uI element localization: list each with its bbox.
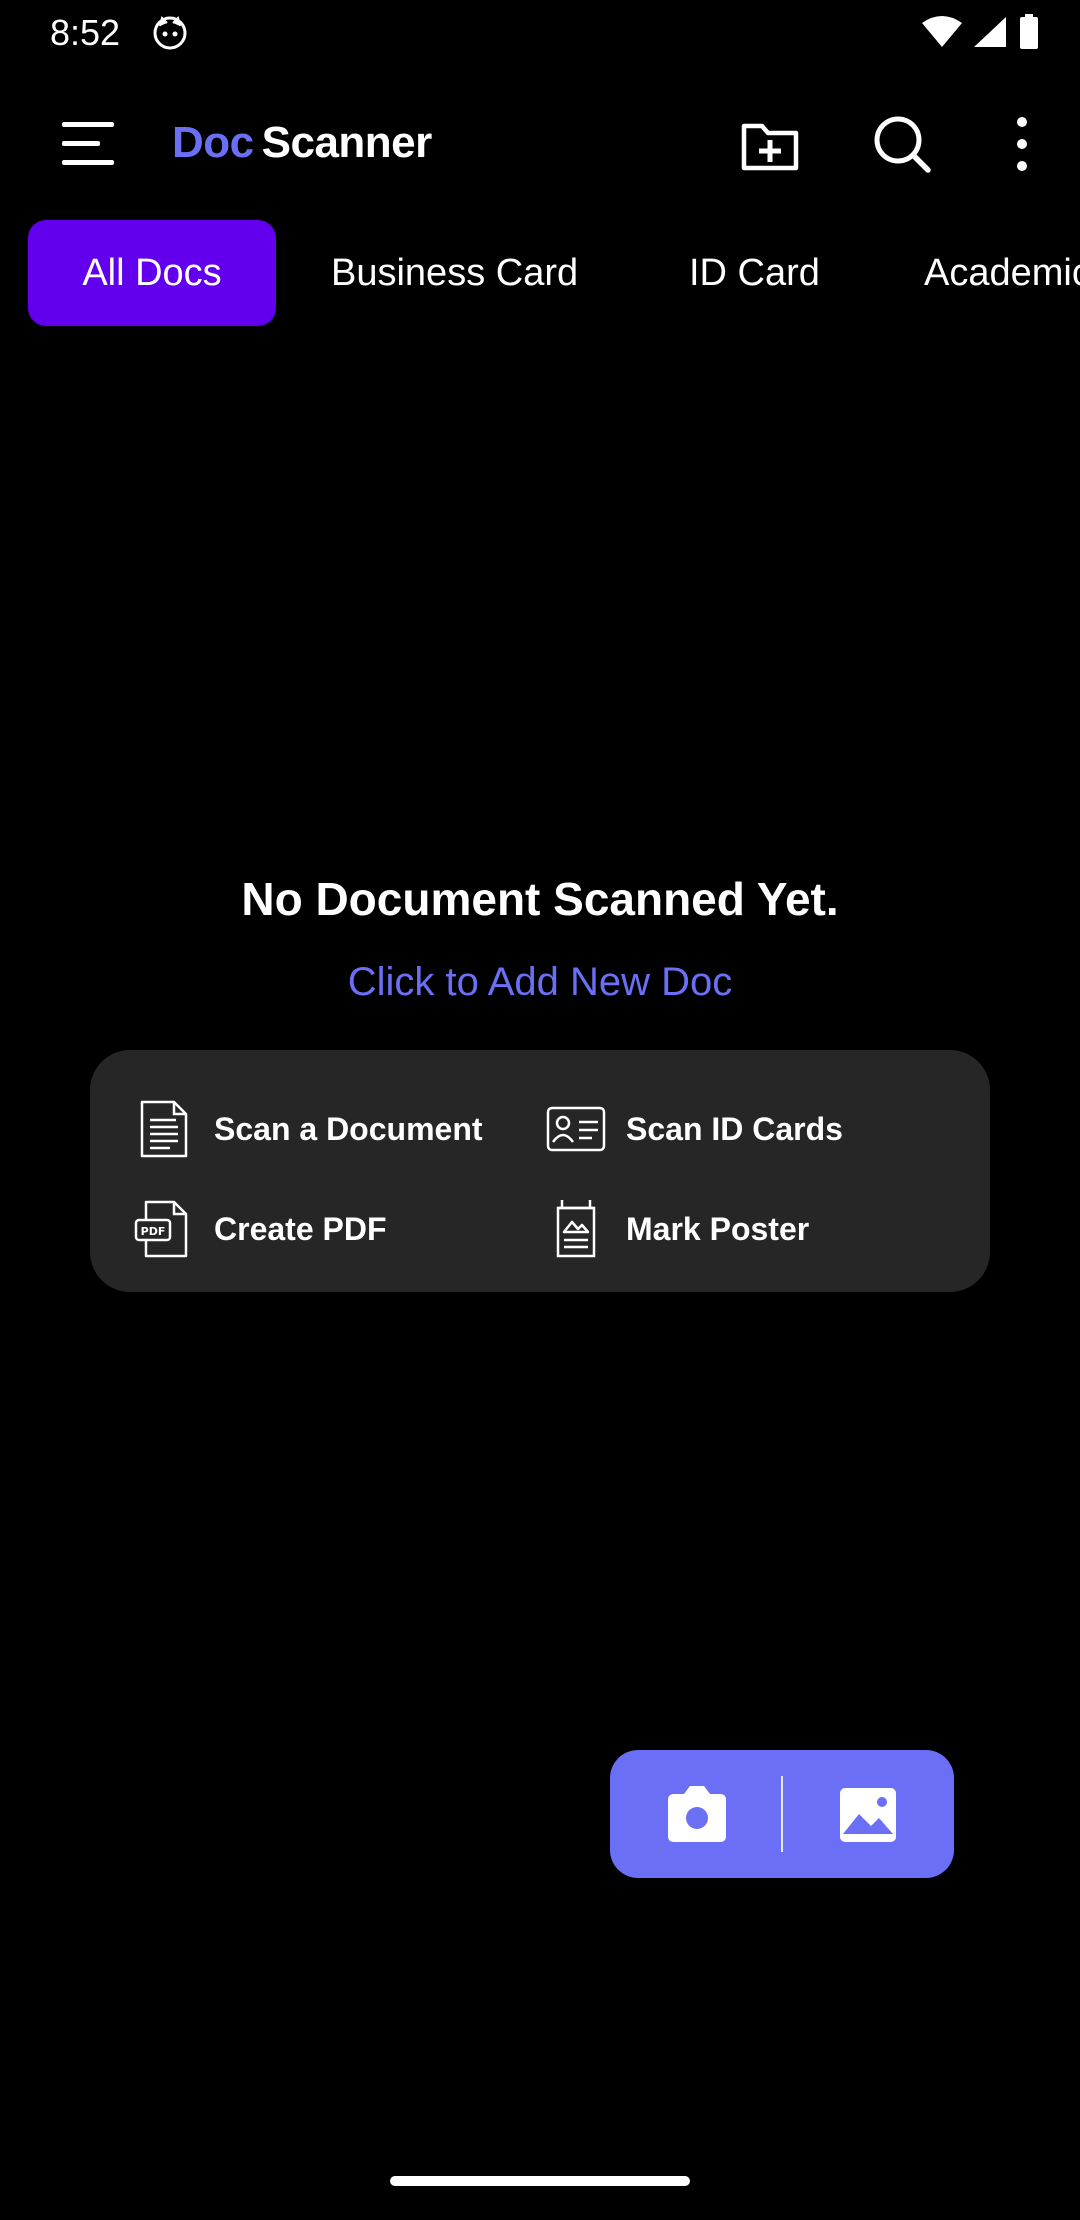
app-title: Doc Scanner [172, 118, 432, 168]
pdf-icon: PDF [134, 1200, 188, 1258]
menu-icon[interactable] [58, 116, 118, 172]
app-bar: Doc Scanner [0, 100, 1080, 190]
app-title-doc: Doc [172, 118, 254, 167]
app-title-scanner: Scanner [261, 118, 433, 167]
wifi-icon [922, 16, 962, 47]
scan-fab [610, 1750, 954, 1878]
create-pdf-label: Create PDF [214, 1210, 387, 1247]
gesture-nav-handle[interactable] [390, 2176, 690, 2186]
add-folder-icon[interactable] [740, 116, 800, 174]
scan-id-cards-label: Scan ID Cards [626, 1110, 843, 1147]
gallery-icon [840, 1788, 896, 1842]
scan-document-label: Scan a Document [214, 1110, 483, 1147]
empty-state-title: No Document Scanned Yet. [241, 873, 839, 925]
more-vert-icon[interactable] [1000, 114, 1044, 174]
mark-poster-button[interactable]: Mark Poster [546, 1194, 809, 1264]
id-card-icon [546, 1106, 606, 1152]
svg-text:PDF: PDF [141, 1225, 166, 1238]
poster-icon [556, 1200, 596, 1258]
search-icon[interactable] [872, 114, 932, 174]
tab-id-card[interactable]: ID Card [689, 220, 820, 326]
quick-actions-card: Scan a Document Scan ID Cards PDF Create… [90, 1050, 990, 1292]
gallery-import-button[interactable] [783, 1750, 954, 1878]
status-icons [922, 14, 1040, 50]
create-pdf-button[interactable]: PDF Create PDF [134, 1194, 387, 1264]
cell-signal-icon [974, 17, 1006, 47]
mark-poster-label: Mark Poster [626, 1210, 810, 1247]
status-time: 8:52 [50, 12, 121, 53]
category-tabs: All Docs Business Card ID Card Academic [0, 220, 1080, 326]
notification-cat-icon [153, 16, 187, 50]
add-new-doc-link[interactable]: Click to Add New Doc [0, 960, 1080, 1005]
scan-document-button[interactable]: Scan a Document [134, 1094, 483, 1164]
status-bar: 8:52 [0, 0, 1080, 66]
battery-icon [1020, 14, 1038, 49]
scan-id-cards-button[interactable]: Scan ID Cards [546, 1094, 843, 1164]
document-icon [140, 1100, 188, 1158]
tab-business-card[interactable]: Business Card [331, 220, 578, 326]
tab-all-docs[interactable]: All Docs [28, 220, 276, 326]
camera-icon [668, 1786, 726, 1842]
tab-academic[interactable]: Academic [924, 220, 1080, 326]
camera-scan-button[interactable] [610, 1750, 782, 1878]
